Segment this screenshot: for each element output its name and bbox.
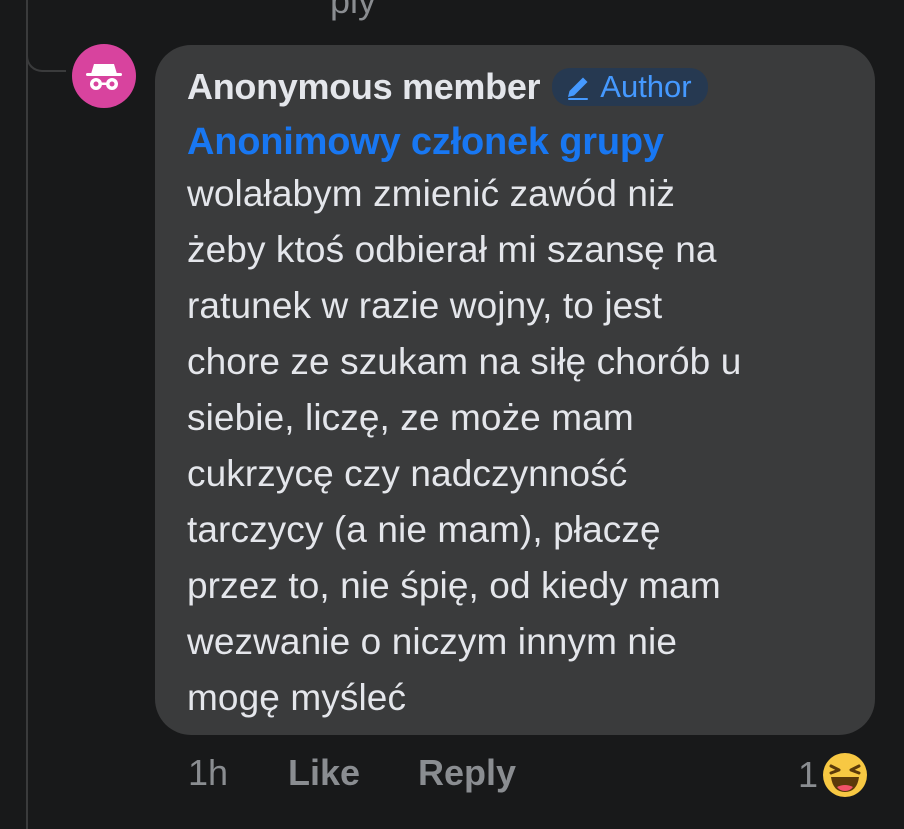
reaction-summary[interactable]: 1 — [798, 752, 868, 798]
avatar[interactable] — [72, 44, 136, 108]
comment-line: cukrzycę czy nadczynność — [187, 453, 628, 494]
haha-emoji-icon — [823, 753, 868, 797]
comment-line: wolałabym zmienić zawód niż — [187, 173, 675, 214]
timestamp[interactable]: 1h — [188, 752, 288, 794]
author-badge-label: Author — [600, 69, 692, 104]
incognito-icon — [86, 64, 122, 90]
thread-connector — [26, 20, 66, 72]
thread-line — [26, 0, 28, 829]
comment-line: ratunek w razie wojny, to jest — [187, 285, 663, 326]
comment-line: przez to, nie śpię, od kiedy mam — [187, 565, 721, 606]
mention-link[interactable]: Anonimowy członek grupy — [187, 118, 855, 166]
comment-bubble: Anonymous member Author Anonimowy człone… — [155, 45, 875, 735]
comment-line: mogę myśleć — [187, 677, 407, 718]
reaction-count: 1 — [798, 754, 819, 795]
comment-line: siebie, liczę, ze może mam — [187, 397, 634, 438]
comment-actions: 1h Like Reply — [188, 752, 516, 794]
comment-line: tarczycy (a nie mam), płaczę — [187, 509, 661, 550]
previous-reply-link[interactable]: ply — [330, 0, 376, 22]
reply-button[interactable]: Reply — [418, 752, 516, 794]
comment-text: wolałabym zmienić zawód niż żeby ktoś od… — [187, 166, 867, 726]
comment-line: wezwanie o niczym innym nie — [187, 621, 678, 662]
comment-line: żeby ktoś odbierał mi szansę na — [187, 229, 717, 270]
comment-line: chore ze szukam na siłę chorób u — [187, 341, 742, 382]
author-name[interactable]: Anonymous member — [187, 66, 541, 108]
comment-header: Anonymous member Author — [187, 66, 855, 108]
like-button[interactable]: Like — [288, 752, 418, 794]
pencil-icon — [568, 77, 589, 100]
author-badge: Author — [552, 68, 708, 106]
